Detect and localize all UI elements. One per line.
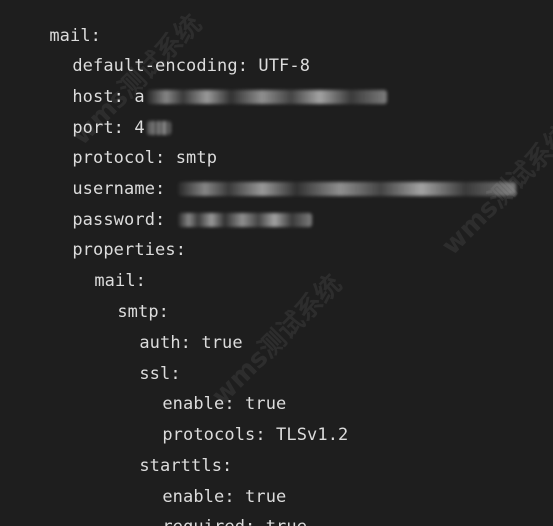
code-line: auth: true [98,307,243,353]
code-editor[interactable]: wms测试系统 wms测试系统 wms测试系统 mail: default-en… [0,0,553,526]
code-line: default-encoding: UTF-8 [31,30,310,76]
yaml-value: true [201,333,243,353]
code-line: mail: [8,0,101,46]
yaml-value: true [266,517,307,526]
code-line: required: true [121,491,307,526]
yaml-key: required: [162,517,255,526]
code-line: mail: [53,245,146,291]
code-line: properties: [31,214,186,260]
code-line: starttls: [98,430,232,476]
code-line: port: 4 [31,92,171,138]
code-line: enable: true [121,461,286,507]
code-line: host: a [31,61,387,107]
redacted-host-value [146,90,387,104]
code-line: enable: true [121,368,286,414]
code-line: smtp: [76,276,169,322]
code-line: username: [31,153,516,199]
code-line: protocol: smtp [31,122,217,168]
code-line: protocols: TLSv1.2 [121,399,348,445]
yaml-value: TLSv1.2 [276,425,349,445]
redacted-password-value [177,213,312,227]
code-line: password: [31,184,312,230]
code-line: ssl: [98,338,181,384]
